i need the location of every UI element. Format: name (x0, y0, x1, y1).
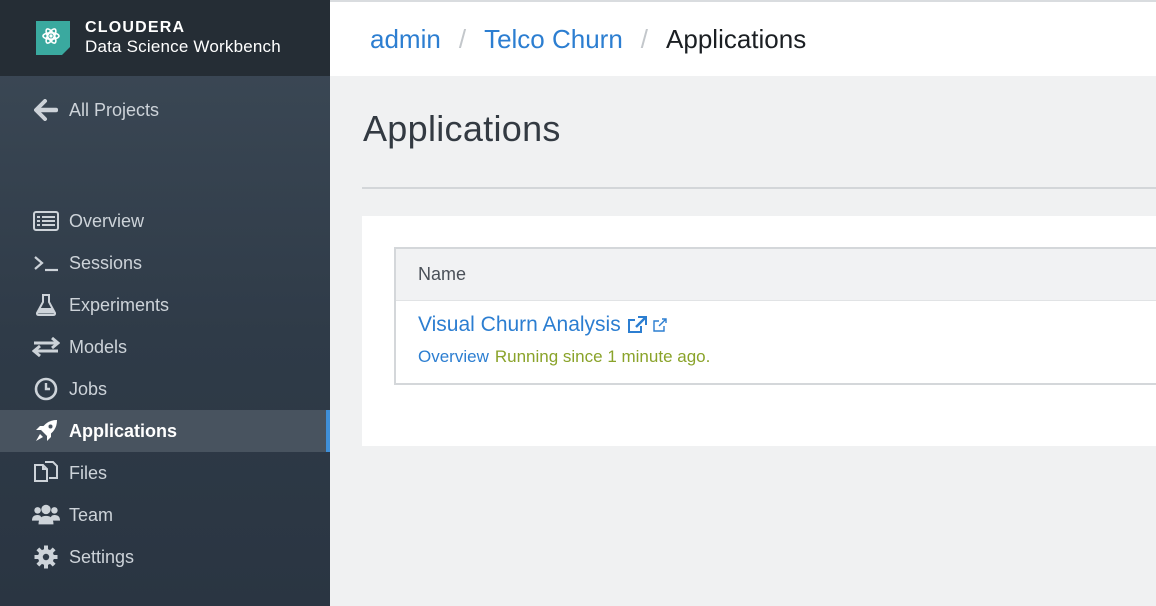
sidebar-item-applications[interactable]: Applications (0, 410, 330, 452)
sidebar-item-label: Files (69, 462, 108, 483)
application-link[interactable]: Visual Churn Analysis (418, 313, 1156, 337)
table-row: Visual Churn Analysis Overview Running s… (396, 301, 1156, 367)
sidebar-item-label: Settings (69, 546, 135, 567)
sidebar-item-experiments[interactable]: Experiments (0, 284, 330, 326)
sidebar-item-label: Models (69, 336, 128, 357)
terminal-icon (32, 251, 60, 275)
sidebar: CLOUDERA Data Science Workbench All Proj… (0, 0, 330, 606)
files-icon (32, 461, 60, 485)
sidebar-item-label: Jobs (69, 378, 108, 399)
applications-table: Name Visual Churn Analysis Overview Runn… (394, 247, 1156, 385)
brand-header[interactable]: CLOUDERA Data Science Workbench (0, 0, 330, 76)
all-projects-link[interactable]: All Projects (0, 88, 330, 132)
application-overview-link[interactable]: Overview (418, 347, 489, 367)
sidebar-item-sessions[interactable]: Sessions (0, 242, 330, 284)
sidebar-item-settings[interactable]: Settings (0, 536, 330, 578)
sidebar-item-overview[interactable]: Overview (0, 200, 330, 242)
users-icon (32, 503, 60, 527)
page-title: Applications (363, 108, 561, 149)
sidebar-item-team[interactable]: Team (0, 494, 330, 536)
list-icon (32, 209, 60, 233)
sidebar-item-label: Sessions (69, 252, 143, 273)
breadcrumb-project-link[interactable]: Telco Churn (484, 24, 623, 55)
project-nav: Overview Sessions Experiments Models Job… (0, 200, 330, 578)
sidebar-item-label: Overview (69, 210, 145, 231)
breadcrumb-current: Applications (666, 23, 807, 54)
breadcrumb-user-link[interactable]: admin (370, 24, 441, 55)
brand-name: CLOUDERA (85, 18, 186, 36)
sidebar-item-label: Experiments (69, 294, 170, 315)
sidebar-item-files[interactable]: Files (0, 452, 330, 494)
sidebar-item-label: Applications (69, 420, 178, 441)
sidebar-item-jobs[interactable]: Jobs (0, 368, 330, 410)
external-link-icon[interactable] (627, 316, 647, 334)
brand-product: Data Science Workbench (85, 37, 281, 57)
table-header: Name (396, 249, 1156, 301)
flask-icon (32, 293, 60, 317)
arrow-left-icon (34, 99, 60, 121)
cloudera-logo-icon (36, 21, 70, 55)
breadcrumb-separator: / (458, 23, 467, 54)
status-text: Running since 1 minute ago. (494, 347, 711, 366)
clock-icon (32, 377, 60, 401)
title-divider (362, 187, 1156, 189)
column-header-name: Name (418, 264, 467, 284)
breadcrumb-separator: / (640, 23, 649, 54)
gear-icon (32, 545, 60, 569)
sidebar-item-models[interactable]: Models (0, 326, 330, 368)
open-new-window-icon[interactable] (653, 318, 667, 332)
all-projects-label: All Projects (69, 99, 160, 120)
application-name: Visual Churn Analysis (418, 313, 621, 336)
applications-card: Name Visual Churn Analysis Overview Runn… (362, 216, 1156, 446)
sidebar-item-label: Team (69, 504, 114, 525)
exchange-arrows-icon (32, 335, 60, 359)
rocket-icon (32, 419, 60, 443)
breadcrumb: admin / Telco Churn / Applications (330, 0, 1156, 76)
